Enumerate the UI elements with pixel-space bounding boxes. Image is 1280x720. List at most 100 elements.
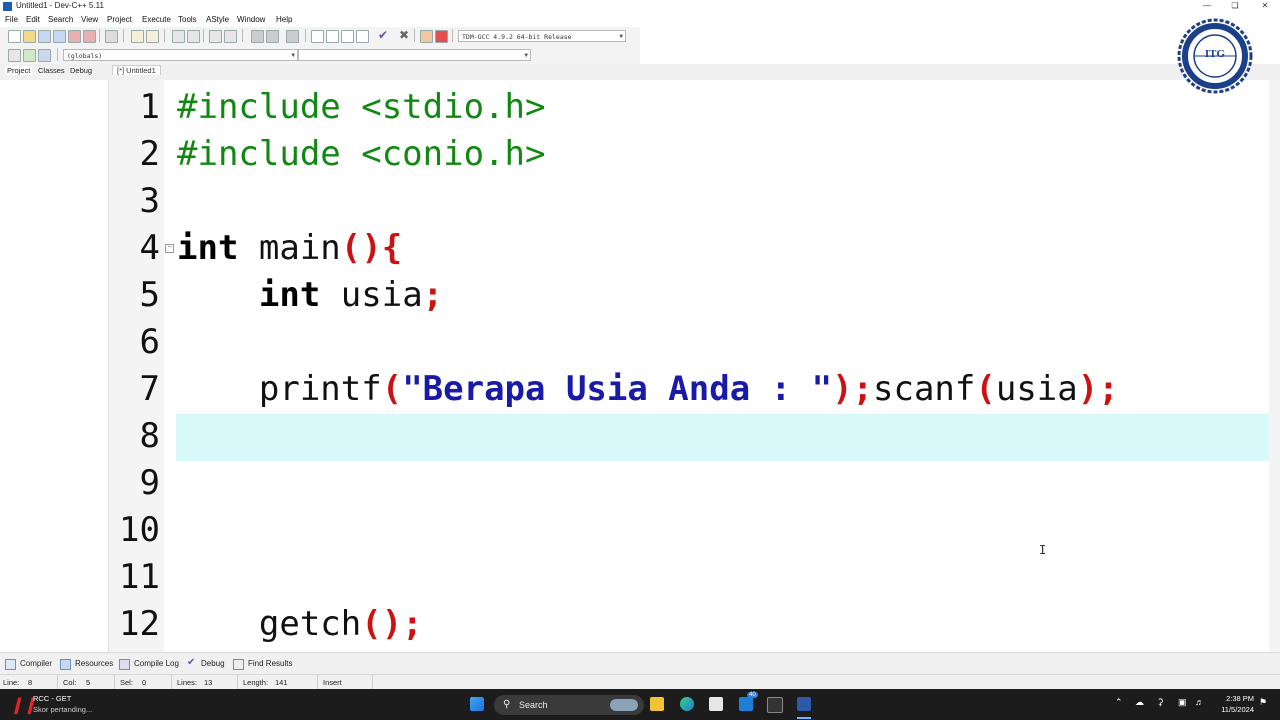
clock-date[interactable]: 11/5/2024 bbox=[1212, 705, 1254, 714]
editor-scrollbar[interactable] bbox=[1269, 80, 1280, 652]
line-number: 11 bbox=[119, 557, 160, 597]
menu-search[interactable]: Search bbox=[48, 15, 73, 24]
line-number: 9 bbox=[139, 463, 160, 503]
project-panel[interactable] bbox=[0, 80, 109, 652]
menu-window[interactable]: Window bbox=[237, 15, 265, 24]
print-icon[interactable] bbox=[105, 30, 118, 43]
tab-resources[interactable]: Resources bbox=[75, 659, 113, 668]
window-title: Untitled1 - Dev-C++ 5.11 bbox=[16, 1, 104, 10]
volume-icon[interactable]: ♬ bbox=[1195, 697, 1204, 707]
store-icon[interactable] bbox=[709, 697, 723, 711]
insert-icon[interactable] bbox=[8, 49, 21, 62]
code-line: #include <stdio.h> bbox=[177, 84, 545, 131]
compile-run-icon[interactable] bbox=[356, 30, 369, 43]
tab-compiler[interactable]: Compiler bbox=[20, 659, 52, 668]
member-select[interactable]: ▼ bbox=[298, 49, 531, 61]
profile-icon[interactable] bbox=[420, 30, 433, 43]
tabs-row: Project Classes Debug [*] Untitled1 bbox=[0, 64, 1280, 80]
compiler-icon bbox=[5, 659, 16, 670]
devcpp-app-icon bbox=[3, 2, 12, 11]
tab-find-results[interactable]: Find Results bbox=[248, 659, 292, 668]
redo-icon[interactable] bbox=[146, 30, 159, 43]
debug-icon[interactable] bbox=[435, 30, 448, 43]
line-number-gutter: 1 2 3 4 5 6 7 8 9 10 11 12 bbox=[109, 80, 164, 652]
undo-icon[interactable] bbox=[131, 30, 144, 43]
code-line: #include <conio.h> bbox=[177, 131, 545, 178]
line-number: 10 bbox=[119, 510, 160, 550]
status-col-label: Col: bbox=[63, 678, 77, 687]
tab-compile-log[interactable]: Compile Log bbox=[134, 659, 179, 668]
compiler-select[interactable]: TDM-GCC 4.9.2 64-bit Release ▼ bbox=[458, 30, 626, 42]
menu-edit[interactable]: Edit bbox=[26, 15, 40, 24]
save-icon[interactable] bbox=[38, 30, 51, 43]
status-line-label: Line: bbox=[3, 678, 20, 687]
status-bar: Line: 8 Col: 5 Sel: 0 Lines: 13 Length: … bbox=[0, 674, 1280, 690]
unindent-icon[interactable] bbox=[224, 30, 237, 43]
mail-icon[interactable] bbox=[739, 697, 753, 711]
fold-collapse-icon[interactable]: − bbox=[165, 244, 174, 253]
line-number: 3 bbox=[139, 181, 160, 221]
new-project-icon[interactable] bbox=[311, 30, 324, 43]
code-token: (){ bbox=[340, 228, 403, 268]
clock-time[interactable]: 2:38 PM bbox=[1218, 694, 1254, 703]
toggle-icon[interactable] bbox=[23, 49, 36, 62]
notification-title[interactable]: RCC - GET bbox=[33, 694, 71, 703]
indent-icon[interactable] bbox=[209, 30, 222, 43]
project-options-icon[interactable] bbox=[326, 30, 339, 43]
chevron-down-icon: ▼ bbox=[291, 52, 295, 59]
cloud-icon[interactable]: ☁ bbox=[1135, 697, 1144, 708]
find-icon[interactable] bbox=[172, 30, 185, 43]
taskbar-search[interactable]: ⚲ Search bbox=[494, 695, 644, 715]
minimize-button[interactable]: — bbox=[1192, 0, 1222, 12]
file-tab-untitled1[interactable]: [*] Untitled1 bbox=[112, 65, 161, 75]
menu-help[interactable]: Help bbox=[276, 15, 292, 24]
tab-debug[interactable]: Debug bbox=[70, 66, 92, 75]
chevron-up-icon[interactable]: ⌃ bbox=[1115, 697, 1123, 708]
close-file-icon[interactable] bbox=[68, 30, 81, 43]
edge-icon[interactable] bbox=[680, 697, 694, 711]
close-all-icon[interactable] bbox=[83, 30, 96, 43]
close-button[interactable]: ✕ bbox=[1250, 0, 1280, 12]
bookmark-icon[interactable] bbox=[286, 30, 299, 43]
code-editor[interactable]: 1 2 3 4 5 6 7 8 9 10 11 12 − #include <stdio.h> #inc… bbox=[109, 80, 1269, 652]
tab-debug-output[interactable]: Debug bbox=[201, 659, 225, 668]
microphone-icon[interactable]: ⚳ bbox=[1157, 697, 1164, 708]
search-placeholder: Search bbox=[519, 700, 548, 710]
terminal-icon[interactable] bbox=[767, 697, 783, 713]
menu-astyle[interactable]: AStyle bbox=[206, 15, 229, 24]
devcpp-taskbar-icon[interactable] bbox=[797, 697, 811, 711]
title-bar: Untitled1 - Dev-C++ 5.11 — ❏ ✕ bbox=[0, 0, 1280, 13]
windows-start-icon[interactable] bbox=[470, 697, 484, 711]
tab-project[interactable]: Project bbox=[5, 66, 33, 75]
menu-file[interactable]: File bbox=[5, 15, 18, 24]
goto-back-icon[interactable] bbox=[251, 30, 264, 43]
goto-icon[interactable] bbox=[38, 49, 51, 62]
open-file-icon[interactable] bbox=[23, 30, 36, 43]
line-number: 2 bbox=[139, 134, 160, 174]
new-file-icon[interactable] bbox=[8, 30, 21, 43]
menu-view[interactable]: View bbox=[81, 15, 98, 24]
scope-select-value: (globals) bbox=[67, 52, 103, 60]
line-number: 7 bbox=[139, 369, 160, 409]
class-browser-icon[interactable] bbox=[341, 30, 354, 43]
scope-select[interactable]: (globals) ▼ bbox=[63, 49, 298, 61]
save-all-icon[interactable] bbox=[53, 30, 66, 43]
network-icon[interactable]: ▣ bbox=[1178, 697, 1187, 708]
notification-bell-icon[interactable]: ⚑ bbox=[1259, 697, 1267, 708]
current-line-highlight bbox=[176, 414, 1269, 461]
line-number: 4 bbox=[139, 228, 160, 268]
replace-icon[interactable] bbox=[187, 30, 200, 43]
resources-icon bbox=[60, 659, 71, 670]
file-explorer-icon[interactable] bbox=[650, 697, 664, 711]
menu-tools[interactable]: Tools bbox=[178, 15, 197, 24]
check-syntax-icon[interactable]: ✔ bbox=[378, 28, 388, 42]
menu-project[interactable]: Project bbox=[107, 15, 132, 24]
goto-forward-icon[interactable] bbox=[266, 30, 279, 43]
stop-icon[interactable]: ✖ bbox=[399, 28, 409, 42]
tab-classes[interactable]: Classes bbox=[38, 66, 65, 75]
menu-execute[interactable]: Execute bbox=[142, 15, 171, 24]
line-number: 12 bbox=[119, 604, 160, 644]
chevron-down-icon: ▼ bbox=[619, 33, 623, 40]
mail-badge: 40 bbox=[747, 692, 758, 698]
maximize-button[interactable]: ❏ bbox=[1220, 0, 1250, 12]
